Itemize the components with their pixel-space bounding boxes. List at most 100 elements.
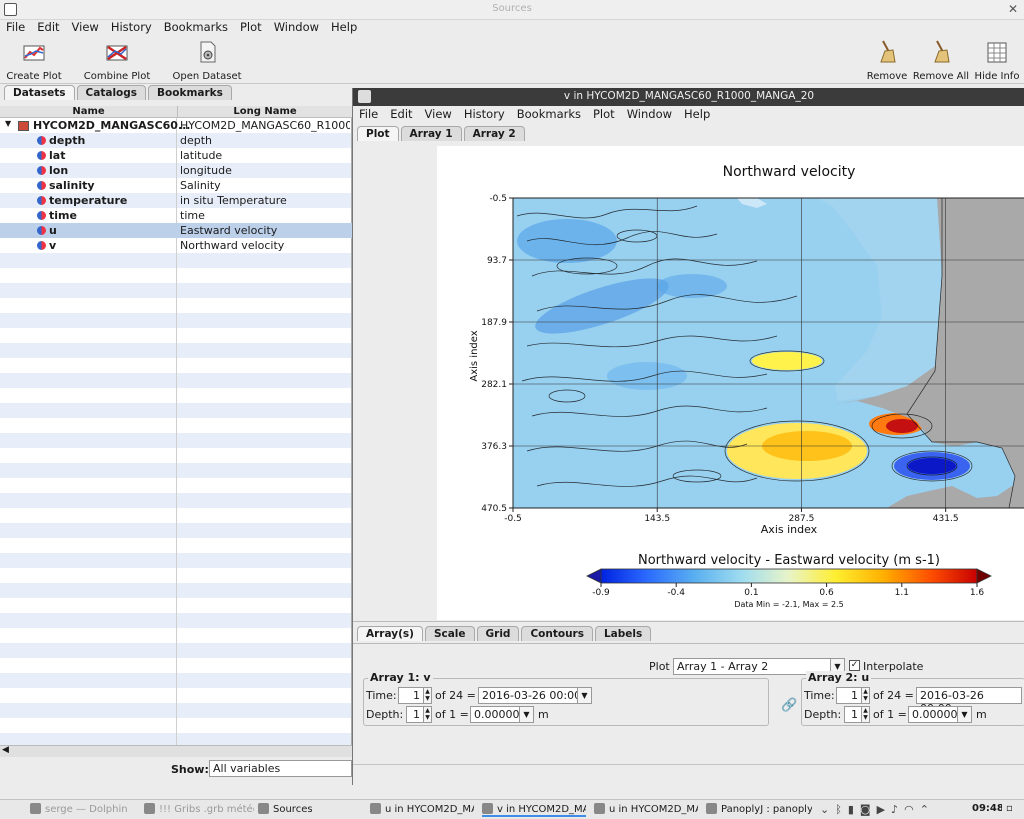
variable-row[interactable]: lat latitude <box>0 148 352 163</box>
clock[interactable]: 09:48 <box>972 803 1002 814</box>
variable-row[interactable]: depth depth <box>0 133 352 148</box>
heatmap-chart[interactable]: Northward velocity -0.5 143.5 287.5 431.… <box>437 146 1024 620</box>
expand-toggle-icon[interactable]: ▼ <box>5 119 11 128</box>
time-value-select[interactable]: 2016-03-26 00:00 <box>916 687 1022 715</box>
remove-all-button[interactable]: Remove All <box>910 38 972 82</box>
task-label: serge — Dolphin <box>45 804 128 815</box>
disk-icon[interactable]: ◙ <box>860 803 877 816</box>
interpolate-checkbox[interactable]: ✓ <box>849 660 860 671</box>
hide-info-button[interactable]: Hide Info <box>972 38 1022 82</box>
variable-row[interactable]: v Northward velocity <box>0 238 352 253</box>
time-value-select[interactable]: 2016-03-26 00:00 ▼ <box>478 687 592 704</box>
menu-help[interactable]: Help <box>325 20 363 36</box>
depth-index-stepper[interactable]: 1 ▲ ▼ <box>406 706 432 723</box>
tab-scale[interactable]: Scale <box>424 626 475 641</box>
time-value: 2016-03-26 00:00 <box>482 689 582 702</box>
open-dataset-button[interactable]: Open Dataset <box>168 38 246 82</box>
remove-button[interactable]: Remove <box>864 38 910 82</box>
task-u-plot-1[interactable]: u in HYCOM2D_MA <box>370 803 474 815</box>
menu-file[interactable]: File <box>0 20 31 36</box>
stepper-arrows-icon[interactable]: ▲ ▼ <box>861 688 869 703</box>
menu-file[interactable]: File <box>353 107 384 123</box>
show-filter-select[interactable]: All variables <box>209 760 352 777</box>
scroll-left-icon[interactable]: ◀ <box>2 745 9 755</box>
array-1-title: Array 1: v <box>368 671 433 684</box>
depth-index-stepper[interactable]: 1 ▲ ▼ <box>844 706 870 723</box>
menu-bookmarks[interactable]: Bookmarks <box>511 107 587 123</box>
menu-window[interactable]: Window <box>621 107 678 123</box>
plot-settings-panel: Array(s) Scale Grid Contours Labels Plot… <box>353 621 1024 785</box>
tab-array-2[interactable]: Array 2 <box>463 126 525 141</box>
menu-edit[interactable]: Edit <box>384 107 418 123</box>
task-sources[interactable]: Sources <box>258 803 362 815</box>
depth-value-select[interactable]: 0.00000 ▼ <box>470 706 534 723</box>
variable-row[interactable]: salinity Salinity <box>0 178 352 193</box>
menu-bookmarks[interactable]: Bookmarks <box>158 20 234 36</box>
task-dolphin[interactable]: serge — Dolphin <box>30 803 140 815</box>
tab-labels[interactable]: Labels <box>594 626 652 641</box>
menu-window[interactable]: Window <box>268 20 325 36</box>
chevron-down-icon[interactable]: ▼ <box>519 707 533 722</box>
variable-row[interactable]: temperature in situ Temperature <box>0 193 352 208</box>
colorbar-tick-label: -0.4 <box>667 588 685 598</box>
dataset-row[interactable]: ▼ HYCOM2D_MANGASC60... HYCOM2D_MANGASC60… <box>0 118 352 133</box>
tab-plot[interactable]: Plot <box>357 126 399 141</box>
desktop-icon[interactable]: ▫ <box>1006 803 1020 814</box>
variable-row[interactable]: lon longitude <box>0 163 352 178</box>
time-index-stepper[interactable]: 1 ▲ ▼ <box>836 687 870 704</box>
chevron-down-icon[interactable]: ⌄ <box>820 803 835 816</box>
expand-tray-icon[interactable]: ⌃ <box>920 803 935 816</box>
variable-row[interactable]: time time <box>0 208 352 223</box>
battery-icon[interactable]: ▮ <box>848 803 860 816</box>
menu-help[interactable]: Help <box>678 107 716 123</box>
variable-row-selected[interactable]: u Eastward velocity <box>0 223 352 238</box>
task-panoplyj[interactable]: PanoplyJ : panoply <box>706 803 812 815</box>
task-gribs[interactable]: !!! Gribs .grb météo <box>144 803 254 815</box>
tab-datasets[interactable]: Datasets <box>4 85 75 100</box>
menu-view[interactable]: View <box>66 20 105 36</box>
variable-icon <box>37 226 46 235</box>
tab-contours[interactable]: Contours <box>521 626 593 641</box>
task-label: u in HYCOM2D_MA <box>609 804 698 815</box>
menu-history[interactable]: History <box>105 20 158 36</box>
chevron-down-icon[interactable]: ▼ <box>577 688 591 703</box>
panoply-icon <box>482 803 493 814</box>
stepper-arrows-icon[interactable]: ▲ ▼ <box>423 688 431 703</box>
variable-long-name: time <box>180 209 205 222</box>
tab-grid[interactable]: Grid <box>476 626 520 641</box>
tab-divider <box>353 643 1024 644</box>
task-v-plot[interactable]: v in HYCOM2D_MA <box>482 803 586 817</box>
plot-area: Northward velocity -0.5 143.5 287.5 431.… <box>357 146 1024 620</box>
chevron-down-icon[interactable]: ▼ <box>957 707 971 722</box>
link-arrays-icon[interactable]: 🔗 <box>781 698 797 713</box>
volume-icon[interactable]: ♪ <box>891 803 904 816</box>
wifi-icon[interactable]: ◠ <box>904 803 920 816</box>
tab-bookmarks[interactable]: Bookmarks <box>148 85 232 100</box>
time-index-stepper[interactable]: 1 ▲ ▼ <box>398 687 432 704</box>
menu-history[interactable]: History <box>458 107 511 123</box>
horizontal-scrollbar[interactable]: ◀ <box>0 745 352 757</box>
task-u-plot-2[interactable]: u in HYCOM2D_MA <box>594 803 698 815</box>
depth-value-select[interactable]: 0.00000 ▼ <box>908 706 972 723</box>
tab-array-1[interactable]: Array 1 <box>400 126 462 141</box>
variable-long-name: Northward velocity <box>180 239 285 252</box>
show-label: Show: <box>171 763 209 776</box>
menu-view[interactable]: View <box>419 107 458 123</box>
stepper-arrows-icon[interactable]: ▲ ▼ <box>423 707 431 722</box>
column-header-long-name[interactable]: Long Name <box>177 106 352 117</box>
variable-name: lon <box>49 164 69 177</box>
menu-plot[interactable]: Plot <box>234 20 268 36</box>
menu-plot[interactable]: Plot <box>587 107 621 123</box>
stepper-arrows-icon[interactable]: ▲ ▼ <box>861 707 869 722</box>
variable-long-name: longitude <box>180 164 232 177</box>
close-icon[interactable]: ✕ <box>1008 2 1018 16</box>
create-plot-button[interactable]: Create Plot <box>4 38 64 82</box>
media-icon[interactable]: ▶ <box>877 803 891 816</box>
combine-plot-button[interactable]: Combine Plot <box>80 38 154 82</box>
tab-catalogs[interactable]: Catalogs <box>76 85 147 100</box>
column-header-name[interactable]: Name <box>0 106 177 117</box>
tab-arrays[interactable]: Array(s) <box>357 626 423 641</box>
bluetooth-icon[interactable]: ᛒ <box>835 803 848 816</box>
broom-icon <box>880 40 896 63</box>
menu-edit[interactable]: Edit <box>31 20 65 36</box>
